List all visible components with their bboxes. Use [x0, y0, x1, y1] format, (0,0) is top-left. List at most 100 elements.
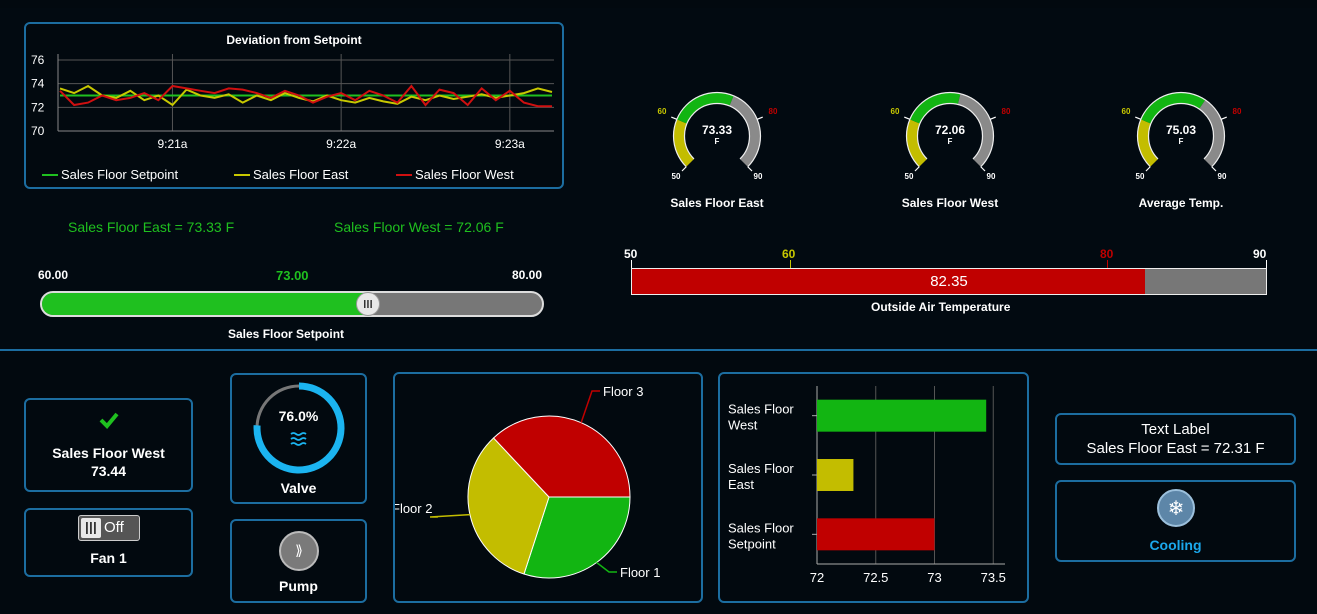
floor-pie-chart: Floor 1 Floor 2 Floor 3	[395, 384, 660, 580]
gauge-max-label: 90	[1218, 172, 1227, 181]
x-tick-label: 9:22a	[326, 137, 356, 151]
check-icon	[99, 412, 119, 429]
gauge-tick	[1211, 166, 1217, 172]
slider-fill	[42, 293, 370, 315]
west-readout: Sales Floor West = 72.06 F	[334, 219, 504, 235]
status-tile-value: 73.44	[90, 463, 127, 479]
toggle-knob	[81, 518, 101, 538]
gauge-max-label: 90	[754, 172, 763, 181]
gauge-tick	[681, 166, 687, 172]
gauge-tick	[1135, 116, 1142, 120]
cooling-tile[interactable]: ❄ Cooling	[1055, 480, 1296, 562]
pie-label: Floor 1	[620, 565, 660, 580]
slider-value-label: 73.00	[276, 268, 309, 283]
pie-leader-line	[429, 513, 470, 518]
pump-button[interactable]: ⟫	[279, 531, 319, 571]
valve-ring	[253, 382, 345, 474]
oat-tick-50: 50	[624, 247, 638, 261]
gauge-sales-floor-west: 60 80 50 90 72.06 F Sales Floor West	[878, 80, 1022, 220]
deviation-line-chart: Deviation from Setpoint 70 72 74 76 9:21a 9:22…	[31, 33, 554, 182]
outside-air-bar: 82.35	[631, 268, 1267, 295]
cooling-indicator: ❄	[1157, 489, 1195, 527]
valve-percent: 76.0%	[278, 408, 319, 424]
gauge-unit: F	[715, 137, 720, 146]
text-label-tile: Text Label Sales Floor East = 72.31 F	[1055, 413, 1296, 465]
x-tick-label: 9:23a	[495, 137, 525, 151]
snowflake-icon: ❄	[1167, 496, 1185, 520]
chevron-right-icon: ⟫	[295, 543, 303, 559]
bar-2	[817, 459, 854, 491]
x-tick-label: 9:21a	[157, 137, 187, 151]
cooling-label: Cooling	[1149, 537, 1202, 553]
legend-entry: Sales Floor Setpoint	[61, 167, 178, 182]
text-label-title: Text Label	[1141, 421, 1210, 438]
gauge-label: Sales Floor West	[901, 196, 999, 210]
y-tick-label: 70	[31, 124, 45, 138]
category-label-line2: Setpoint	[728, 536, 776, 551]
gauge-dial: 60 80 50 90 73.33F	[658, 91, 778, 181]
category-label-line2: West	[728, 418, 758, 433]
legend-entry: Sales Floor West	[415, 167, 514, 182]
pump-label: Pump	[279, 578, 318, 594]
gauge-low-label: 60	[891, 107, 900, 116]
x-tick-label: 72.5	[863, 570, 888, 585]
gauge-tick	[989, 116, 996, 120]
gauge-unit: F	[948, 137, 953, 146]
oat-tick-90: 90	[1253, 247, 1267, 261]
gauge-low-label: 60	[658, 107, 667, 116]
fan-state: Off	[104, 519, 124, 536]
gauge-tick	[904, 116, 911, 120]
pie-label: Floor 2	[395, 501, 432, 516]
gauge-label: Average Temp.	[1138, 196, 1224, 210]
deviation-chart-panel: Deviation from Setpoint 70 72 74 76 9:21a 9:22…	[24, 22, 564, 189]
x-tick-label: 72	[810, 570, 824, 585]
valve-tile: 76.0% Valve	[230, 373, 367, 504]
category-label: Sales Floor	[728, 461, 794, 476]
y-tick-label: 76	[31, 53, 45, 67]
slider-thumb[interactable]	[355, 292, 380, 316]
status-tile[interactable]: Sales Floor West 73.44	[24, 398, 193, 492]
legend-entry: Sales Floor East	[253, 167, 349, 182]
pie-leader-line	[596, 561, 617, 573]
gauge-tick	[747, 166, 753, 172]
setpoint-slider[interactable]	[40, 291, 544, 317]
oat-tick-60: 60	[782, 247, 796, 261]
outside-air-label: Outside Air Temperature	[871, 300, 1011, 314]
pie-label: Floor 3	[603, 384, 643, 399]
chart-title: Deviation from Setpoint	[226, 33, 361, 47]
status-tile-label: Sales Floor West	[52, 445, 165, 461]
bar-1	[817, 399, 987, 432]
fan-tile: Off Fan 1	[24, 508, 193, 577]
pump-tile: ⟫ Pump	[230, 519, 367, 603]
gauge-dial: 60 80 50 90 75.03F	[1122, 91, 1242, 181]
east-readout: Sales Floor East = 73.33 F	[68, 219, 235, 235]
pie-leader-line	[580, 390, 600, 423]
gauge-high-label: 80	[1002, 107, 1011, 116]
grip-icon	[86, 522, 96, 534]
section-divider	[0, 349, 1317, 351]
gauge-sales-floor-east: 60 80 50 90 73.33 F Sales Floor East	[645, 80, 789, 220]
gauge-high-label: 80	[1233, 107, 1242, 116]
bar-3	[817, 518, 935, 551]
gauge-tick	[914, 166, 920, 172]
gauge-high-label: 80	[769, 107, 778, 116]
text-label-value: Sales Floor East = 72.31 F	[1086, 440, 1265, 457]
category-label: Sales Floor	[728, 520, 794, 535]
valve-label: Valve	[280, 480, 317, 496]
gauge-low-label: 60	[1122, 107, 1131, 116]
gauge-dial: 60 80 50 90 72.06F	[891, 91, 1011, 181]
bar-chart-panel: 72 72.5 73 73.5 Sales Floor West Sales Floor Ea…	[718, 372, 1029, 603]
gauge-max-label: 90	[987, 172, 996, 181]
pie-chart-panel: Floor 1 Floor 2 Floor 3	[393, 372, 703, 603]
grip-icon	[363, 300, 372, 308]
category-label: Sales Floor	[728, 402, 794, 417]
gauge-label: Sales Floor East	[670, 196, 764, 210]
category-label-line2: East	[728, 477, 754, 492]
gauge-average-temp: 60 80 50 90 75.03 F Average Temp.	[1109, 80, 1253, 220]
gauge-tick	[1145, 166, 1151, 172]
fan-toggle[interactable]: Off	[78, 515, 140, 541]
water-icon	[290, 432, 307, 446]
slider-min-label: 60.00	[38, 268, 69, 282]
gauge-min-label: 50	[672, 172, 681, 181]
x-tick-label: 73	[927, 570, 941, 585]
